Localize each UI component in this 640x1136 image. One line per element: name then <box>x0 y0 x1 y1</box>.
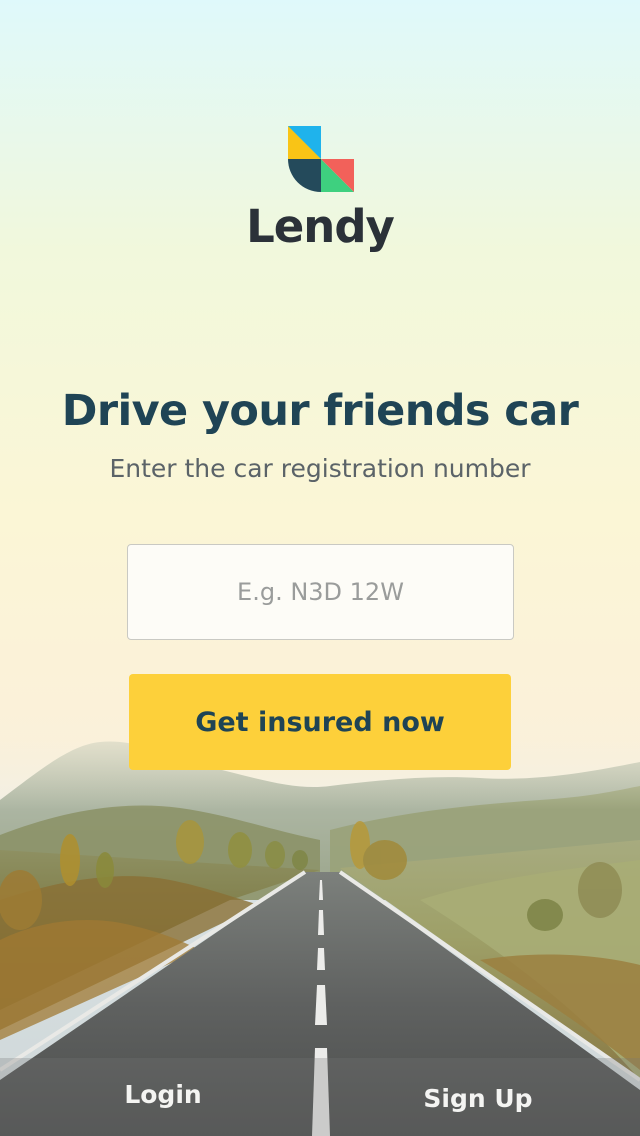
brand-name: Lendy <box>246 200 395 253</box>
get-insured-button[interactable]: Get insured now <box>129 674 511 770</box>
login-link[interactable]: Login <box>63 1080 263 1109</box>
registration-number-input[interactable] <box>127 544 514 640</box>
page-headline: Drive your friends car <box>61 386 579 436</box>
signup-link[interactable]: Sign Up <box>378 1084 578 1113</box>
app-screen: Lendy Drive your friends car Enter the c… <box>0 0 640 1136</box>
page-subheadline: Enter the car registration number <box>109 454 531 483</box>
lendy-logo-icon <box>288 126 354 192</box>
